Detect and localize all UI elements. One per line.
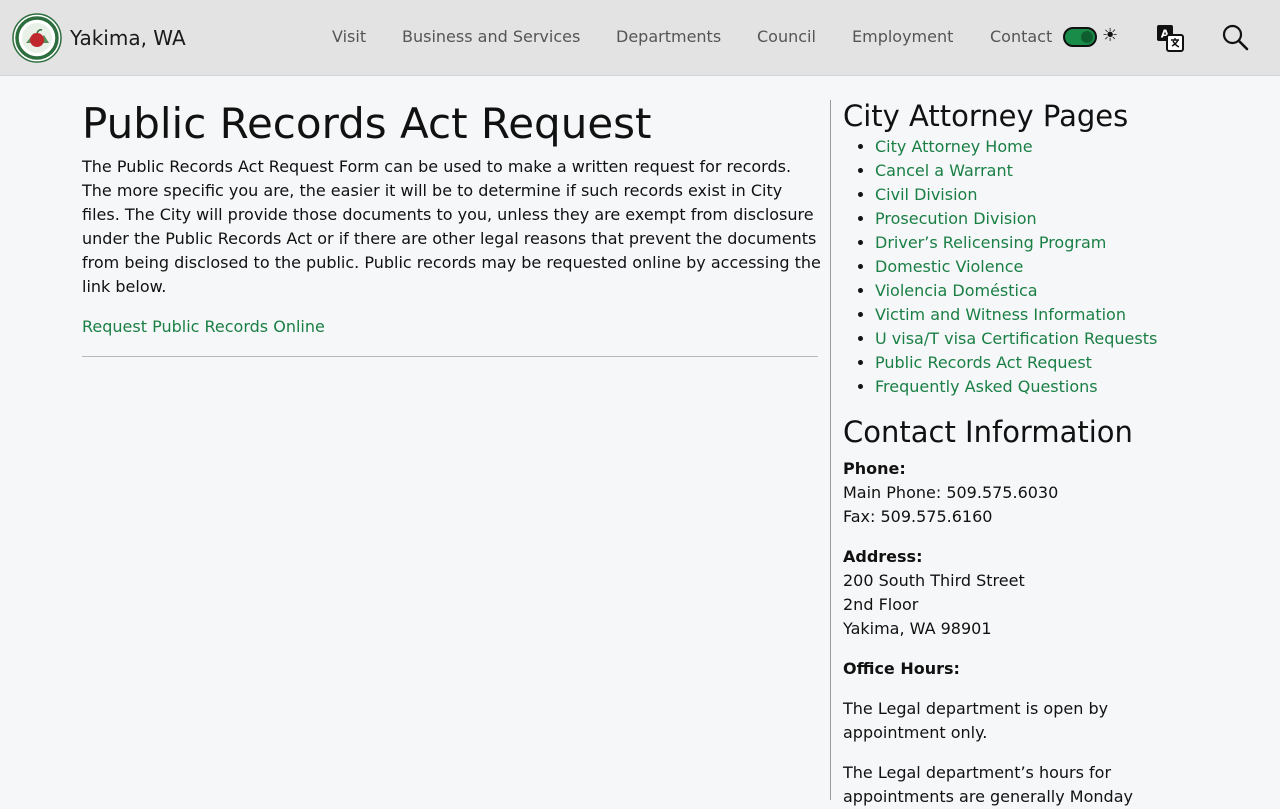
contact-information-heading: Contact Information	[843, 415, 1133, 449]
list-item: Civil Division	[875, 183, 1243, 207]
request-public-records-link[interactable]: Request Public Records Online	[82, 316, 325, 338]
site-name[interactable]: Yakima, WA	[70, 24, 186, 52]
phone-label: Phone:	[843, 459, 906, 478]
nav-council[interactable]: Council	[757, 26, 816, 48]
dark-mode-toggle[interactable]	[1063, 27, 1097, 47]
link-u-visa-t-visa-certification[interactable]: U visa/T visa Certification Requests	[875, 329, 1157, 348]
nav-employment[interactable]: Employment	[852, 26, 953, 48]
sun-icon: ☀	[1102, 25, 1119, 46]
link-city-attorney-home[interactable]: City Attorney Home	[875, 137, 1033, 156]
link-cancel-a-warrant[interactable]: Cancel a Warrant	[875, 161, 1013, 180]
nav-business-and-services[interactable]: Business and Services	[402, 26, 580, 48]
link-public-records-act-request[interactable]: Public Records Act Request	[875, 353, 1092, 372]
main-phone: Main Phone: 509.575.6030	[843, 483, 1059, 502]
sidebar-divider	[830, 100, 831, 800]
link-domestic-violence[interactable]: Domestic Violence	[875, 257, 1023, 276]
address-label: Address:	[843, 547, 923, 566]
intro-paragraph: The Public Records Act Request Form can …	[82, 157, 821, 296]
list-item: Public Records Act Request	[875, 351, 1243, 375]
list-item: Domestic Violence	[875, 255, 1243, 279]
city-seal-icon[interactable]	[12, 13, 62, 63]
nav-visit[interactable]: Visit	[332, 26, 366, 48]
office-hours-label: Office Hours:	[843, 659, 960, 678]
page-title: Public Records Act Request	[82, 99, 652, 148]
address-line-2: 2nd Floor	[843, 595, 919, 614]
list-item: Driver’s Relicensing Program	[875, 231, 1243, 255]
link-frequently-asked-questions[interactable]: Frequently Asked Questions	[875, 377, 1098, 396]
list-item: Cancel a Warrant	[875, 159, 1243, 183]
search-icon[interactable]	[1221, 23, 1249, 51]
content-divider	[82, 356, 818, 357]
link-violencia-domestica[interactable]: Violencia Doméstica	[875, 281, 1038, 300]
office-hours-text-2: The Legal department’s hours for appoint…	[843, 763, 1133, 806]
address-line-1: 200 South Third Street	[843, 571, 1025, 590]
sidebar: City Attorney Pages City Attorney Home C…	[843, 97, 1243, 809]
nav-departments[interactable]: Departments	[616, 26, 721, 48]
site-header: Yakima, WA Visit Business and Services D…	[0, 0, 1280, 76]
list-item: City Attorney Home	[875, 135, 1243, 159]
link-drivers-relicensing-program[interactable]: Driver’s Relicensing Program	[875, 233, 1106, 252]
city-attorney-pages-heading: City Attorney Pages	[843, 99, 1129, 133]
link-prosecution-division[interactable]: Prosecution Division	[875, 209, 1037, 228]
link-civil-division[interactable]: Civil Division	[875, 185, 977, 204]
city-attorney-pages-list: City Attorney Home Cancel a Warrant Civi…	[843, 135, 1243, 399]
list-item: Frequently Asked Questions	[875, 375, 1243, 399]
fax-number: Fax: 509.575.6160	[843, 507, 993, 526]
list-item: Violencia Doméstica	[875, 279, 1243, 303]
address-line-3: Yakima, WA 98901	[843, 619, 992, 638]
office-hours-text-1: The Legal department is open by appointm…	[843, 699, 1109, 742]
list-item: U visa/T visa Certification Requests	[875, 327, 1243, 351]
nav-contact[interactable]: Contact	[990, 26, 1052, 48]
link-victim-and-witness-information[interactable]: Victim and Witness Information	[875, 305, 1126, 324]
list-item: Victim and Witness Information	[875, 303, 1243, 327]
translate-icon[interactable]: A	[1156, 24, 1184, 52]
list-item: Prosecution Division	[875, 207, 1243, 231]
